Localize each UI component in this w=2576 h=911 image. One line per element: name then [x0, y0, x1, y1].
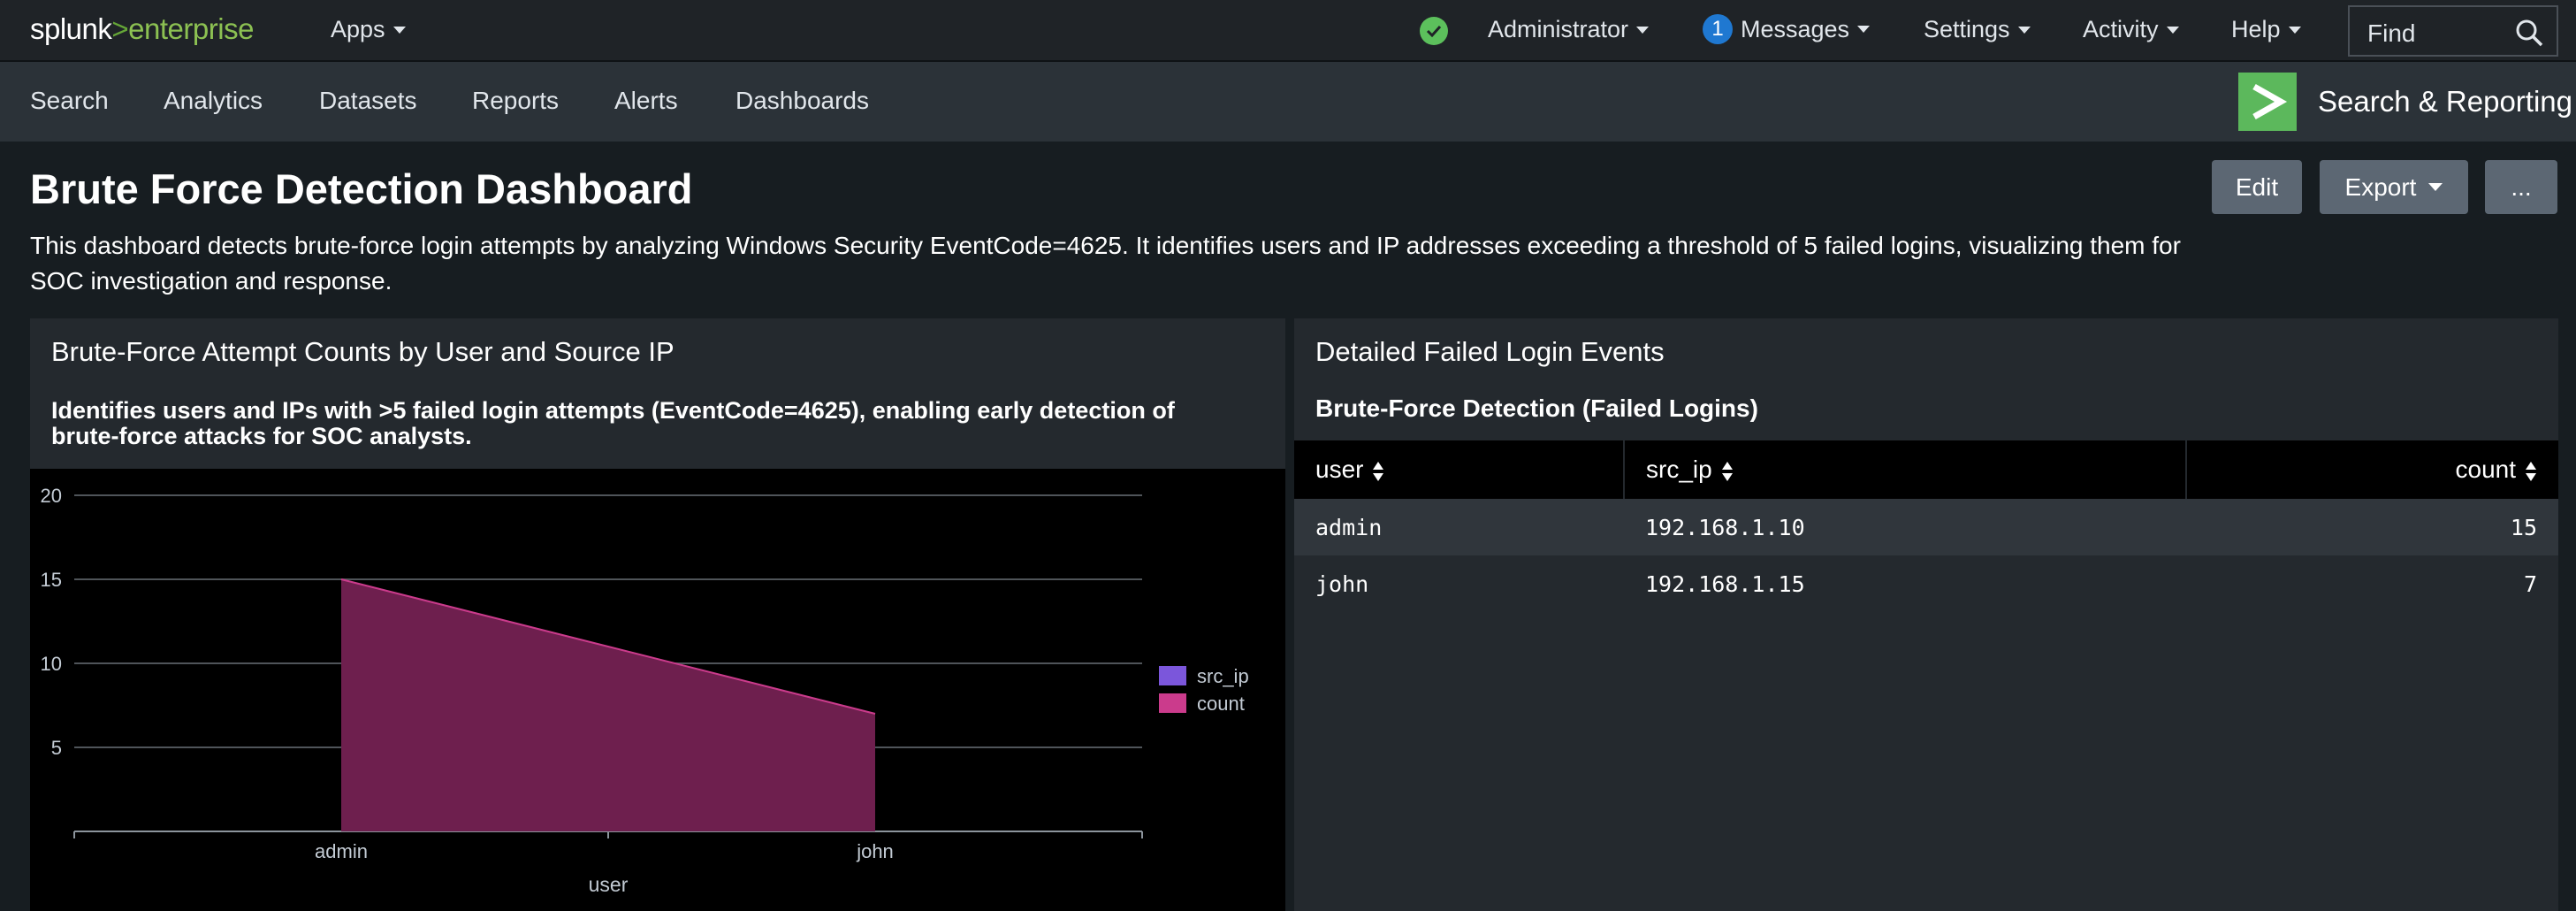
- table-subtitle: Brute-Force Detection (Failed Logins): [1315, 394, 1758, 422]
- y-tick-label: 15: [41, 569, 62, 591]
- activity-label: Activity: [2083, 16, 2159, 42]
- settings-menu[interactable]: Settings: [1924, 16, 2031, 43]
- tab-reports[interactable]: Reports: [472, 87, 559, 115]
- legend-label: count: [1197, 693, 1245, 715]
- legend-label: src_ip: [1197, 665, 1249, 687]
- tab-search[interactable]: Search: [30, 87, 109, 115]
- top-navigation-bar: splunk>enterprise Apps Administrator 1 M…: [0, 0, 2576, 62]
- table-panel-title: Detailed Failed Login Events: [1315, 336, 1665, 367]
- more-label: ...: [2511, 172, 2532, 201]
- dashboard-title: Brute Force Detection Dashboard: [30, 165, 693, 212]
- chevron-down-icon: [2017, 26, 2031, 34]
- column-header-user[interactable]: user: [1294, 440, 1625, 499]
- search-icon[interactable]: [2514, 18, 2544, 52]
- find-input[interactable]: Find: [2348, 5, 2558, 57]
- y-tick-label: 10: [41, 653, 62, 675]
- edit-label: Edit: [2235, 172, 2279, 201]
- chart-panel: Brute-Force Attempt Counts by User and S…: [30, 318, 1285, 911]
- app-navigation-bar: Search Analytics Datasets Reports Alerts…: [0, 62, 2576, 142]
- column-header-count[interactable]: count: [2186, 440, 2558, 499]
- chevron-down-icon: [1636, 26, 1650, 34]
- help-menu[interactable]: Help: [2231, 16, 2301, 43]
- chevron-down-icon: [2428, 183, 2443, 191]
- logo-text: splunk: [30, 12, 112, 45]
- x-axis-title: user: [589, 873, 629, 896]
- chevron-down-icon: [2166, 26, 2179, 34]
- column-label: count: [2455, 456, 2517, 483]
- health-status-icon[interactable]: [1420, 17, 1448, 45]
- tab-alerts[interactable]: Alerts: [614, 87, 678, 115]
- column-header-src-ip[interactable]: src_ip: [1624, 440, 2187, 499]
- cell-count[interactable]: 7: [2186, 555, 2558, 612]
- user-menu[interactable]: Administrator: [1488, 16, 1650, 43]
- chevron-down-icon: [392, 26, 406, 34]
- area-chart-svg: 5 10 15 20 admin john user src_ipcount: [41, 485, 1249, 896]
- chevron-down-icon: [1857, 26, 1871, 33]
- x-tick-label: john: [856, 840, 894, 862]
- tab-dashboards[interactable]: Dashboards: [735, 87, 869, 115]
- export-button[interactable]: Export: [2320, 160, 2468, 214]
- chart-description: Identifies users and IPs with >5 failed …: [51, 397, 1175, 449]
- x-tick-label: admin: [315, 840, 368, 862]
- logo-product: enterprise: [128, 12, 254, 45]
- chart-panel-title: Brute-Force Attempt Counts by User and S…: [51, 336, 674, 367]
- activity-menu[interactable]: Activity: [2083, 16, 2179, 43]
- cell-src-ip[interactable]: 192.168.1.10: [1624, 499, 2186, 555]
- apps-menu[interactable]: Apps: [331, 16, 406, 43]
- legend-swatch: [1159, 693, 1186, 713]
- export-label: Export: [2344, 172, 2417, 201]
- messages-menu[interactable]: 1 Messages: [1703, 14, 1871, 44]
- user-label: Administrator: [1488, 16, 1629, 42]
- edit-button[interactable]: Edit: [2212, 160, 2302, 214]
- settings-label: Settings: [1924, 16, 2010, 42]
- dashboard-description: This dashboard detects brute-force login…: [30, 232, 2181, 295]
- splunk-logo[interactable]: splunk>enterprise: [30, 12, 254, 46]
- more-actions-button[interactable]: ...: [2485, 160, 2557, 214]
- tab-analytics[interactable]: Analytics: [164, 87, 263, 115]
- logo-separator: >: [111, 12, 129, 45]
- messages-count-badge: 1: [1703, 14, 1733, 44]
- sort-icon: [2526, 461, 2536, 481]
- cell-src-ip[interactable]: 192.168.1.15: [1624, 555, 2186, 612]
- messages-label: Messages: [1741, 15, 1850, 42]
- area-chart[interactable]: 5 10 15 20 admin john user src_ipcount: [30, 469, 1285, 911]
- table-row[interactable]: john 192.168.1.15 7: [1294, 555, 2558, 612]
- failed-logins-table: user src_ip count admin 192.168.1.10 15 …: [1294, 440, 2558, 612]
- table-row[interactable]: admin 192.168.1.10 15: [1294, 499, 2558, 555]
- sort-icon: [1373, 461, 1384, 481]
- search-app-icon[interactable]: [2238, 73, 2297, 131]
- app-title[interactable]: Search & Reporting: [2318, 85, 2572, 119]
- sort-icon: [1721, 461, 1733, 481]
- y-tick-label: 5: [51, 737, 62, 759]
- tab-datasets[interactable]: Datasets: [319, 87, 417, 115]
- cell-user[interactable]: john: [1294, 555, 1624, 612]
- column-label: src_ip: [1646, 456, 1712, 483]
- cell-count[interactable]: 15: [2186, 499, 2558, 555]
- area-count: [341, 579, 875, 831]
- chevron-down-icon: [2288, 26, 2301, 34]
- apps-label: Apps: [331, 16, 385, 42]
- find-placeholder: Find: [2367, 19, 2416, 47]
- column-label: user: [1315, 456, 1364, 483]
- help-label: Help: [2231, 16, 2281, 42]
- cell-user[interactable]: admin: [1294, 499, 1624, 555]
- table-header-row: user src_ip count: [1294, 440, 2558, 499]
- y-tick-label: 20: [41, 485, 62, 507]
- legend-swatch: [1159, 666, 1186, 685]
- table-panel: Detailed Failed Login Events Brute-Force…: [1294, 318, 2558, 911]
